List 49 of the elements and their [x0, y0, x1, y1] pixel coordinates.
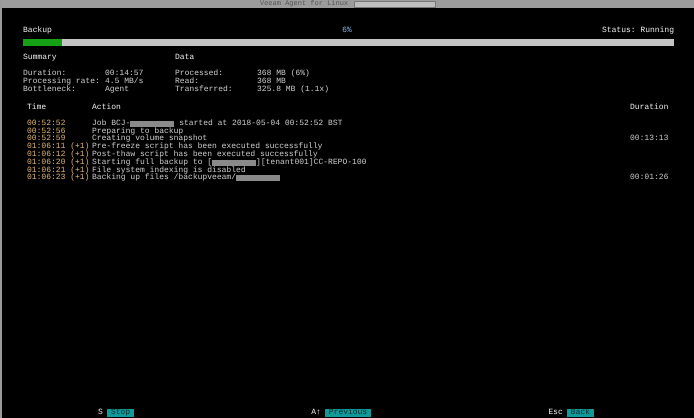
- log-action: Post-thaw script has been executed successfully: [92, 150, 318, 159]
- log-time: 01:06:20 (+1): [27, 158, 90, 167]
- stat-label: Processed:: [175, 70, 224, 78]
- column-header: Action: [92, 104, 122, 112]
- log-time: 01:06:11 (+1): [27, 143, 90, 151]
- log-action: ][tenant001]CC-REPO-100: [256, 158, 366, 167]
- stat-value: 4.5 MB/s: [105, 78, 144, 86]
- job-status: Status: Running: [602, 26, 674, 36]
- stat-label: Read:: [175, 78, 200, 86]
- log-action: Backing up files /backupveeam/: [92, 174, 236, 182]
- progress-percent: 6%: [342, 26, 352, 36]
- log-action: Preparing to backup: [92, 128, 184, 136]
- stat-value: Agent: [105, 86, 130, 94]
- shortcut-key: S: [98, 408, 103, 417]
- log-time: 00:52:52: [27, 120, 66, 128]
- log-time: 01:06:21 (+1): [27, 166, 90, 174]
- log-time: 00:52:56: [27, 128, 66, 136]
- section-heading: Data: [175, 54, 196, 62]
- stat-label: Processing rate:: [23, 78, 101, 86]
- shortcut-key: A↑: [311, 408, 321, 417]
- stat-label: Transferred:: [175, 86, 234, 94]
- stat-value: 368 MB (6%): [257, 70, 310, 78]
- stat-label: Bottleneck:: [23, 86, 77, 94]
- log-action: Job BCJ-: [92, 120, 130, 128]
- shortcut-button[interactable]: Back: [566, 408, 594, 416]
- log-duration: 00:01:26: [630, 174, 670, 182]
- log-time: 01:06:23 (+1): [27, 174, 90, 182]
- redacted-block: [130, 120, 174, 127]
- redacted-block: [212, 160, 256, 166]
- section-heading: Summary: [23, 54, 58, 62]
- log-action: started at 2018-05-04 00:52:52 BST: [179, 120, 342, 128]
- shortcut-button[interactable]: Previous: [324, 408, 372, 416]
- log-action: File system indexing is disabled: [92, 166, 246, 174]
- stat-value: 325.8 MB (1.1x): [257, 86, 330, 94]
- column-header: Duration: [630, 104, 670, 112]
- shortcut-key: Esc: [548, 408, 563, 417]
- stat-value: 368 MB: [257, 78, 286, 86]
- redacted-block: [236, 175, 280, 182]
- log-time: 01:06:12 (+1): [27, 150, 90, 159]
- stat-value: 00:14:57: [105, 70, 144, 78]
- log-time: 00:52:59: [27, 135, 66, 144]
- job-name: Backup: [23, 26, 52, 36]
- log-action: Creating volume snapshot: [92, 135, 208, 144]
- log-action: Pre-freeze script has been executed successfully: [92, 143, 322, 151]
- column-header: Time: [27, 104, 48, 112]
- log-action: Starting full backup to [: [92, 158, 212, 167]
- shortcut-button[interactable]: Stop: [106, 408, 134, 416]
- stat-label: Duration:: [23, 70, 66, 78]
- log-duration: 00:13:13: [630, 135, 670, 144]
